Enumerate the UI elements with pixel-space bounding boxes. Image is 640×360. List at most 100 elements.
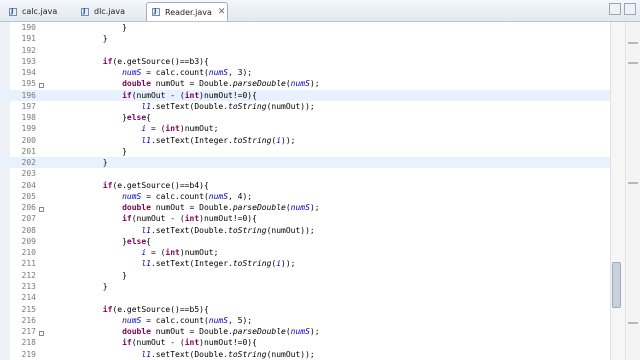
code-text[interactable]: if(e.getSource()==b5){ — [45, 304, 209, 315]
code-text[interactable]: l1.setText(Double.toString(numOut)); — [45, 225, 314, 236]
code-line[interactable]: 212 } — [0, 270, 610, 281]
overview-mark[interactable] — [628, 182, 638, 184]
code-text[interactable]: l1.setText(Integer.toString(i)); — [45, 258, 295, 269]
line-number: 194 — [21, 68, 36, 78]
code-text[interactable]: if(e.getSource()==b3){ — [45, 56, 209, 67]
code-line[interactable]: 217 double numOut = Double.parseDouble(n… — [0, 326, 610, 337]
code-text[interactable]: } — [45, 33, 108, 44]
line-number: 190 — [21, 23, 36, 32]
close-tab-icon[interactable]: ✕ — [218, 7, 226, 17]
code-line[interactable]: 195 double numOut = Double.parseDouble(n… — [0, 78, 610, 89]
code-text[interactable]: i = (int)numOut; — [45, 247, 218, 258]
code-line[interactable]: 207 if(numOut - (int)numOut!=0){ — [0, 213, 610, 224]
line-number: 219 — [21, 349, 36, 359]
java-file-icon: J — [80, 7, 90, 17]
code-text[interactable]: if(numOut - (int)numOut!=0){ — [45, 337, 257, 348]
code-line[interactable]: 200 l1.setText(Integer.toString(i)); — [0, 135, 610, 146]
code-line[interactable]: 202 } — [0, 157, 610, 169]
line-number: 208 — [21, 225, 36, 235]
code-text[interactable]: if(numOut - (int)numOut!=0){ — [45, 213, 257, 224]
line-number: 216 — [21, 315, 36, 325]
fold-marker-icon[interactable] — [39, 207, 44, 212]
line-number: 215 — [21, 304, 36, 314]
maximize-icon[interactable] — [624, 3, 636, 15]
code-text[interactable]: }else{ — [45, 236, 151, 247]
line-number: 210 — [21, 248, 36, 258]
code-line[interactable]: 201 } — [0, 146, 610, 157]
fold-marker-icon[interactable] — [39, 83, 44, 88]
line-number: 207 — [21, 214, 36, 224]
minimize-icon[interactable] — [609, 3, 621, 15]
code-text[interactable]: numS = calc.count(numS, 4); — [45, 191, 252, 202]
vertical-scrollbar[interactable] — [610, 22, 625, 360]
overview-mark[interactable] — [628, 322, 638, 324]
code-line[interactable]: 197 l1.setText(Double.toString(numOut)); — [0, 101, 610, 112]
code-text[interactable]: l1.setText(Integer.toString(i)); — [45, 135, 295, 146]
tab-label: dlc.java — [94, 7, 126, 16]
overview-mark[interactable] — [628, 42, 638, 44]
overview-mark[interactable] — [628, 62, 638, 64]
tab-label: calc.java — [22, 7, 58, 16]
line-number: 214 — [21, 293, 36, 303]
line-number: 196 — [21, 90, 36, 100]
code-text[interactable]: double numOut = Double.parseDouble(numS)… — [45, 78, 320, 89]
code-line[interactable]: 196 if(numOut - (int)numOut!=0){ — [0, 89, 610, 101]
java-file-icon: J — [8, 7, 18, 17]
line-number: 218 — [21, 338, 36, 348]
code-line[interactable]: 190 } — [0, 22, 610, 33]
code-line[interactable]: 215 if(e.getSource()==b5){ — [0, 304, 610, 315]
line-number: 200 — [21, 135, 36, 145]
code-line[interactable]: 211 l1.setText(Integer.toString(i)); — [0, 258, 610, 269]
line-number: 192 — [21, 45, 36, 55]
code-line[interactable]: 191 } — [0, 33, 610, 44]
code-line[interactable]: 213 } — [0, 281, 610, 292]
code-line[interactable]: 210 i = (int)numOut; — [0, 247, 610, 258]
code-text[interactable]: } — [45, 157, 108, 168]
fold-marker-icon[interactable] — [39, 331, 44, 336]
tab-reader-java[interactable]: J Reader.java ✕ — [146, 2, 228, 21]
code-line[interactable]: 218 if(numOut - (int)numOut!=0){ — [0, 337, 610, 348]
code-text[interactable]: if(e.getSource()==b4){ — [45, 180, 209, 191]
line-number: 204 — [21, 180, 36, 190]
code-text[interactable]: if(numOut - (int)numOut!=0){ — [45, 90, 257, 101]
code-line[interactable]: 198 }else{ — [0, 112, 610, 123]
code-line[interactable]: 209 }else{ — [0, 236, 610, 247]
code-text[interactable]: } — [45, 270, 127, 281]
code-text[interactable]: double numOut = Double.parseDouble(numS)… — [45, 202, 320, 213]
line-number: 211 — [21, 259, 36, 269]
code-line[interactable]: 206 double numOut = Double.parseDouble(n… — [0, 202, 610, 213]
line-number: 195 — [21, 79, 36, 89]
code-text[interactable]: } — [45, 281, 108, 292]
code-text[interactable]: double numOut = Double.parseDouble(numS)… — [45, 326, 320, 337]
tab-dlc-java[interactable]: J dlc.java — [76, 2, 140, 21]
line-number: 203 — [21, 169, 36, 179]
code-text[interactable]: l1.setText(Double.toString(numOut)); — [45, 101, 314, 112]
code-line[interactable]: 194 numS = calc.count(numS, 3); — [0, 67, 610, 78]
scrollbar-thumb[interactable] — [612, 262, 621, 308]
tab-label: Reader.java — [165, 7, 212, 17]
overview-ruler — [625, 22, 640, 360]
code-line[interactable]: 205 numS = calc.count(numS, 4); — [0, 191, 610, 202]
code-line[interactable]: 208 l1.setText(Double.toString(numOut)); — [0, 225, 610, 236]
line-number: 212 — [21, 270, 36, 280]
code-text[interactable]: numS = calc.count(numS, 5); — [45, 315, 252, 326]
code-line[interactable]: 193 if(e.getSource()==b3){ — [0, 56, 610, 67]
code-line[interactable]: 219 l1.setText(Double.toString(numOut)); — [0, 349, 610, 360]
tab-calc-java[interactable]: J calc.java — [4, 2, 70, 21]
code-line[interactable]: 199 i = (int)numOut; — [0, 123, 610, 134]
line-number: 202 — [21, 158, 36, 168]
code-text[interactable]: numS = calc.count(numS, 3); — [45, 67, 252, 78]
code-text[interactable]: i = (int)numOut; — [45, 123, 218, 134]
code-editor[interactable]: 190 } 191 } 192 193 if(e.getSource()==b3){1… — [0, 22, 640, 360]
code-line[interactable]: 204 if(e.getSource()==b4){ — [0, 180, 610, 191]
code-text[interactable]: l1.setText(Double.toString(numOut)); — [45, 349, 314, 360]
code-line[interactable]: 216 numS = calc.count(numS, 5); — [0, 315, 610, 326]
line-number: 201 — [21, 146, 36, 156]
code-text[interactable]: }else{ — [45, 112, 151, 123]
code-line[interactable]: 203 — [0, 168, 610, 179]
code-text[interactable]: } — [45, 22, 127, 33]
line-number: 217 — [21, 327, 36, 337]
code-text[interactable]: } — [45, 146, 127, 157]
code-line[interactable]: 192 — [0, 45, 610, 56]
code-line[interactable]: 214 — [0, 292, 610, 303]
